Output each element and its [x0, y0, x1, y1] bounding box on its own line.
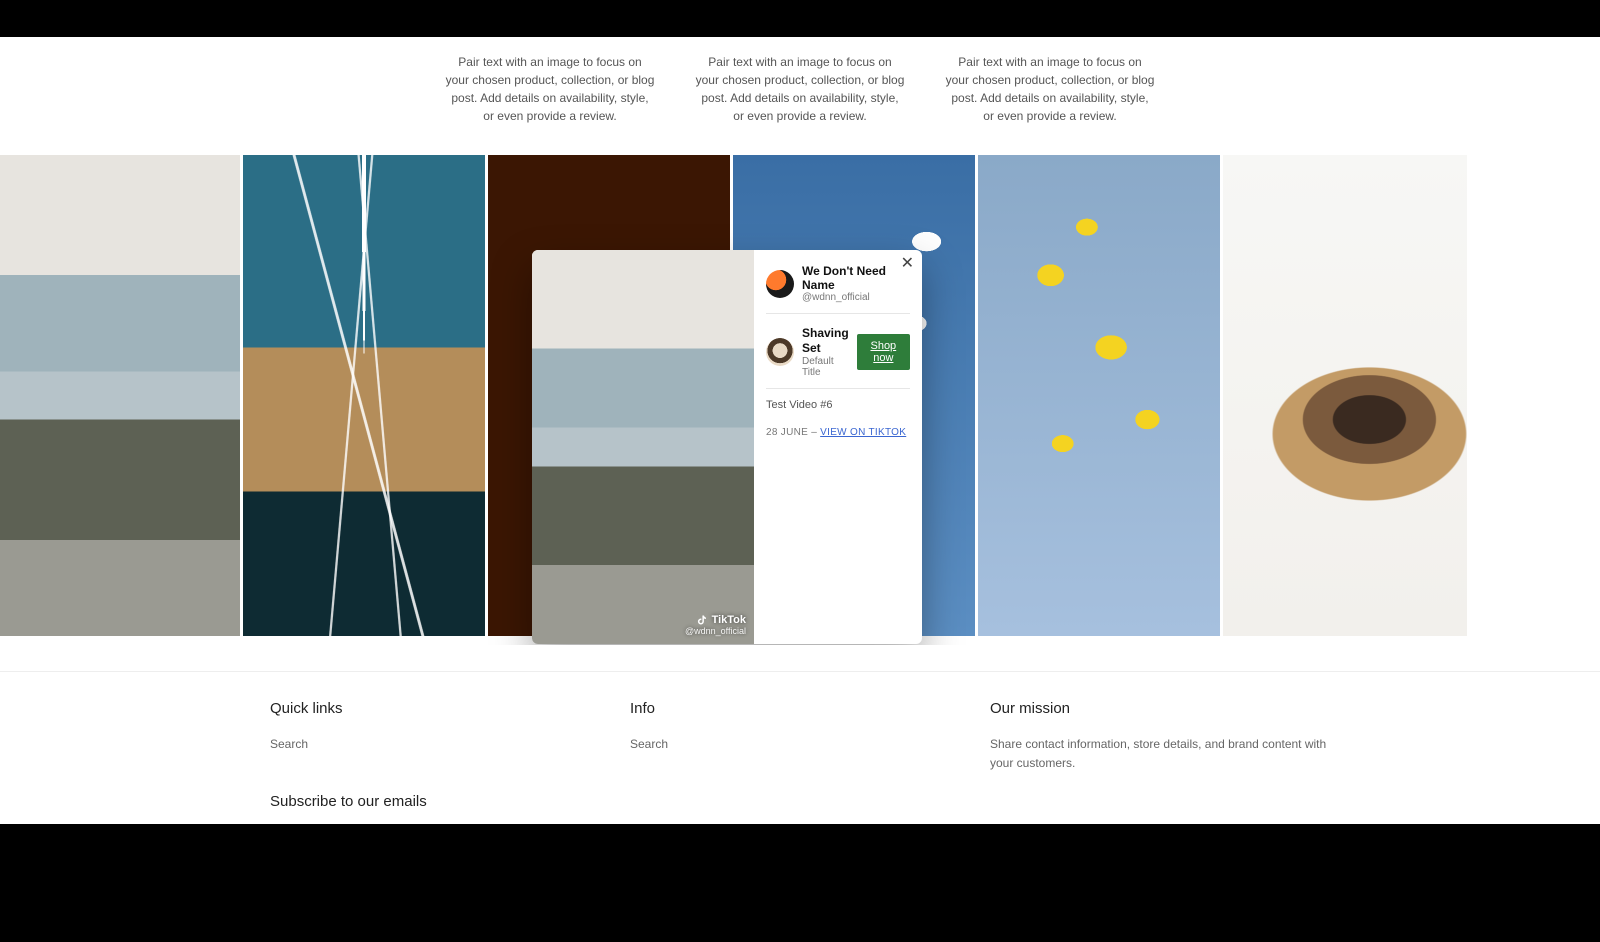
avatar — [766, 270, 794, 298]
subscribe-title: Subscribe to our emails — [270, 793, 1330, 810]
profile-header[interactable]: We Don't Need Name @wdnn_official — [766, 264, 910, 314]
product-row: Shaving Set Default Title Shop now — [766, 314, 910, 389]
popup-info-panel: ✕ We Don't Need Name @wdnn_official Shav… — [754, 250, 922, 644]
gallery-tile[interactable] — [0, 155, 240, 636]
subscribe-section: Subscribe to our emails — [270, 793, 1330, 818]
letterbox-top — [0, 0, 1600, 37]
product-variant: Default Title — [802, 356, 849, 378]
footer-mission: Our mission Share contact information, s… — [990, 700, 1330, 773]
tiktok-brand-text: TikTok — [712, 614, 746, 626]
gallery-tile[interactable] — [1223, 155, 1467, 636]
footer-link-search[interactable]: Search — [630, 737, 668, 751]
tiktok-watermark: TikTok @wdnn_official — [685, 614, 746, 636]
footer-col-title: Our mission — [990, 700, 1330, 717]
profile-name: We Don't Need Name — [802, 264, 910, 292]
post-date: 28 JUNE — [766, 427, 808, 438]
video-title: Test Video #6 — [766, 389, 910, 411]
promo-col-1: Pair text with an image to focus on your… — [445, 53, 655, 125]
footer-link-search[interactable]: Search — [270, 737, 308, 751]
view-on-tiktok-link[interactable]: VIEW ON TIKTOK — [820, 427, 906, 438]
product-thumbnail — [766, 338, 794, 366]
promo-col-2: Pair text with an image to focus on your… — [695, 53, 905, 125]
promo-row: Pair text with an image to focus on your… — [0, 37, 1600, 155]
footer-quick-links: Quick links Search — [270, 700, 610, 773]
footer-col-title: Quick links — [270, 700, 610, 717]
product-title: Shaving Set — [802, 326, 849, 356]
post-meta: 28 JUNE – VIEW ON TIKTOK — [766, 411, 910, 438]
gallery-tile[interactable] — [243, 155, 485, 636]
gallery-tile[interactable] — [978, 155, 1220, 636]
footer-info: Info Search — [630, 700, 970, 773]
meta-separator: – — [808, 427, 820, 438]
footer: Quick links Search Info Search Our missi… — [0, 671, 1600, 818]
profile-handle: @wdnn_official — [802, 292, 910, 303]
tiktok-popup-card: TikTok @wdnn_official ✕ We Don't Need Na… — [532, 250, 922, 644]
promo-col-3: Pair text with an image to focus on your… — [945, 53, 1155, 125]
close-button[interactable]: ✕ — [901, 256, 914, 272]
tiktok-handle-text: @wdnn_official — [685, 626, 746, 636]
tiktok-icon — [696, 614, 708, 626]
footer-mission-text: Share contact information, store details… — [990, 735, 1330, 773]
image-gallery: TikTok @wdnn_official ✕ We Don't Need Na… — [0, 155, 1600, 645]
popup-video-preview[interactable]: TikTok @wdnn_official — [532, 250, 754, 644]
letterbox-bottom — [0, 824, 1600, 942]
shop-now-button[interactable]: Shop now — [857, 334, 910, 370]
footer-col-title: Info — [630, 700, 970, 717]
